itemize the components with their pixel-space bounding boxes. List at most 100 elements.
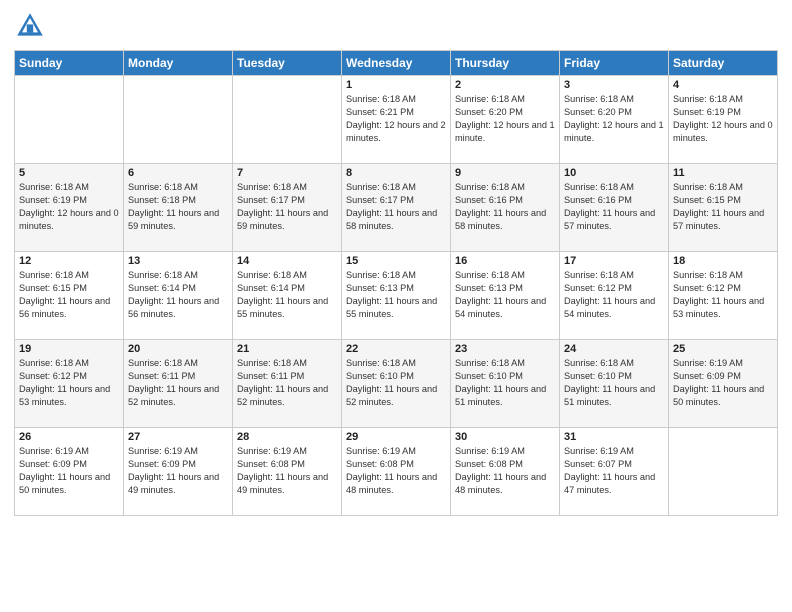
day-info: Sunrise: 6:18 AM Sunset: 6:12 PM Dayligh… bbox=[673, 269, 773, 321]
calendar-cell: 29 Sunrise: 6:19 AM Sunset: 6:08 PM Dayli… bbox=[342, 428, 451, 516]
calendar-cell bbox=[15, 76, 124, 164]
day-info: Sunrise: 6:18 AM Sunset: 6:10 PM Dayligh… bbox=[455, 357, 555, 409]
day-info: Sunrise: 6:19 AM Sunset: 6:08 PM Dayligh… bbox=[346, 445, 446, 497]
day-number: 14 bbox=[237, 255, 337, 267]
day-number: 9 bbox=[455, 167, 555, 179]
day-info: Sunrise: 6:18 AM Sunset: 6:11 PM Dayligh… bbox=[128, 357, 228, 409]
day-info: Sunrise: 6:19 AM Sunset: 6:09 PM Dayligh… bbox=[19, 445, 119, 497]
calendar-cell: 14 Sunrise: 6:18 AM Sunset: 6:14 PM Dayli… bbox=[233, 252, 342, 340]
day-number: 4 bbox=[673, 79, 773, 91]
day-number: 16 bbox=[455, 255, 555, 267]
day-number: 26 bbox=[19, 431, 119, 443]
calendar-cell: 13 Sunrise: 6:18 AM Sunset: 6:14 PM Dayli… bbox=[124, 252, 233, 340]
calendar-cell: 1 Sunrise: 6:18 AM Sunset: 6:21 PM Daylig… bbox=[342, 76, 451, 164]
day-info: Sunrise: 6:18 AM Sunset: 6:13 PM Dayligh… bbox=[346, 269, 446, 321]
day-info: Sunrise: 6:18 AM Sunset: 6:14 PM Dayligh… bbox=[237, 269, 337, 321]
day-info: Sunrise: 6:18 AM Sunset: 6:12 PM Dayligh… bbox=[19, 357, 119, 409]
day-number: 19 bbox=[19, 343, 119, 355]
day-number: 8 bbox=[346, 167, 446, 179]
calendar-header-row: SundayMondayTuesdayWednesdayThursdayFrid… bbox=[15, 51, 778, 76]
calendar-cell: 2 Sunrise: 6:18 AM Sunset: 6:20 PM Daylig… bbox=[451, 76, 560, 164]
calendar-cell: 8 Sunrise: 6:18 AM Sunset: 6:17 PM Daylig… bbox=[342, 164, 451, 252]
day-number: 1 bbox=[346, 79, 446, 91]
calendar-cell: 12Sunrise: 6:18 AM Sunset: 6:15 PM Dayli… bbox=[15, 252, 124, 340]
logo-icon bbox=[14, 10, 46, 42]
calendar-cell: 6 Sunrise: 6:18 AM Sunset: 6:18 PM Daylig… bbox=[124, 164, 233, 252]
calendar-cell: 27 Sunrise: 6:19 AM Sunset: 6:09 PM Dayli… bbox=[124, 428, 233, 516]
day-number: 6 bbox=[128, 167, 228, 179]
calendar-cell: 15 Sunrise: 6:18 AM Sunset: 6:13 PM Dayli… bbox=[342, 252, 451, 340]
calendar-cell: 24 Sunrise: 6:18 AM Sunset: 6:10 PM Dayli… bbox=[560, 340, 669, 428]
calendar-cell: 9 Sunrise: 6:18 AM Sunset: 6:16 PM Daylig… bbox=[451, 164, 560, 252]
day-number: 7 bbox=[237, 167, 337, 179]
weekday-header: Monday bbox=[124, 51, 233, 76]
day-number: 28 bbox=[237, 431, 337, 443]
day-info: Sunrise: 6:19 AM Sunset: 6:09 PM Dayligh… bbox=[673, 357, 773, 409]
day-info: Sunrise: 6:18 AM Sunset: 6:15 PM Dayligh… bbox=[673, 181, 773, 233]
calendar-cell: 21 Sunrise: 6:18 AM Sunset: 6:11 PM Dayli… bbox=[233, 340, 342, 428]
calendar-cell: 4 Sunrise: 6:18 AM Sunset: 6:19 PM Daylig… bbox=[669, 76, 778, 164]
calendar-week-row: 5 Sunrise: 6:18 AM Sunset: 6:19 PM Daylig… bbox=[15, 164, 778, 252]
day-info: Sunrise: 6:18 AM Sunset: 6:16 PM Dayligh… bbox=[455, 181, 555, 233]
weekday-header: Thursday bbox=[451, 51, 560, 76]
calendar-cell: 25 Sunrise: 6:19 AM Sunset: 6:09 PM Dayli… bbox=[669, 340, 778, 428]
calendar-cell bbox=[233, 76, 342, 164]
day-number: 31 bbox=[564, 431, 664, 443]
day-info: Sunrise: 6:18 AM Sunset: 6:21 PM Dayligh… bbox=[346, 93, 446, 145]
calendar-cell: 23Sunrise: 6:18 AM Sunset: 6:10 PM Dayli… bbox=[451, 340, 560, 428]
day-info: Sunrise: 6:18 AM Sunset: 6:19 PM Dayligh… bbox=[673, 93, 773, 145]
day-info: Sunrise: 6:18 AM Sunset: 6:17 PM Dayligh… bbox=[237, 181, 337, 233]
day-info: Sunrise: 6:19 AM Sunset: 6:09 PM Dayligh… bbox=[128, 445, 228, 497]
day-number: 18 bbox=[673, 255, 773, 267]
day-info: Sunrise: 6:19 AM Sunset: 6:08 PM Dayligh… bbox=[455, 445, 555, 497]
day-info: Sunrise: 6:18 AM Sunset: 6:15 PM Dayligh… bbox=[19, 269, 119, 321]
day-info: Sunrise: 6:18 AM Sunset: 6:20 PM Dayligh… bbox=[455, 93, 555, 145]
day-number: 22 bbox=[346, 343, 446, 355]
calendar-cell: 16 Sunrise: 6:18 AM Sunset: 6:13 PM Dayli… bbox=[451, 252, 560, 340]
day-info: Sunrise: 6:18 AM Sunset: 6:20 PM Dayligh… bbox=[564, 93, 664, 145]
calendar-cell: 22 Sunrise: 6:18 AM Sunset: 6:10 PM Dayli… bbox=[342, 340, 451, 428]
calendar-week-row: 19 Sunrise: 6:18 AM Sunset: 6:12 PM Dayli… bbox=[15, 340, 778, 428]
day-info: Sunrise: 6:18 AM Sunset: 6:17 PM Dayligh… bbox=[346, 181, 446, 233]
calendar-week-row: 12Sunrise: 6:18 AM Sunset: 6:15 PM Dayli… bbox=[15, 252, 778, 340]
calendar-cell: 26 Sunrise: 6:19 AM Sunset: 6:09 PM Dayli… bbox=[15, 428, 124, 516]
day-number: 24 bbox=[564, 343, 664, 355]
day-info: Sunrise: 6:18 AM Sunset: 6:19 PM Dayligh… bbox=[19, 181, 119, 233]
day-info: Sunrise: 6:18 AM Sunset: 6:18 PM Dayligh… bbox=[128, 181, 228, 233]
day-number: 25 bbox=[673, 343, 773, 355]
day-number: 21 bbox=[237, 343, 337, 355]
calendar-cell: 10Sunrise: 6:18 AM Sunset: 6:16 PM Dayli… bbox=[560, 164, 669, 252]
day-info: Sunrise: 6:18 AM Sunset: 6:12 PM Dayligh… bbox=[564, 269, 664, 321]
day-number: 2 bbox=[455, 79, 555, 91]
day-number: 5 bbox=[19, 167, 119, 179]
logo bbox=[14, 10, 50, 42]
day-number: 30 bbox=[455, 431, 555, 443]
calendar-cell: 5 Sunrise: 6:18 AM Sunset: 6:19 PM Daylig… bbox=[15, 164, 124, 252]
day-number: 10 bbox=[564, 167, 664, 179]
calendar-cell bbox=[124, 76, 233, 164]
calendar: SundayMondayTuesdayWednesdayThursdayFrid… bbox=[14, 50, 778, 516]
calendar-cell: 28 Sunrise: 6:19 AM Sunset: 6:08 PM Dayli… bbox=[233, 428, 342, 516]
day-info: Sunrise: 6:19 AM Sunset: 6:08 PM Dayligh… bbox=[237, 445, 337, 497]
calendar-cell: 31 Sunrise: 6:19 AM Sunset: 6:07 PM Dayli… bbox=[560, 428, 669, 516]
day-info: Sunrise: 6:19 AM Sunset: 6:07 PM Dayligh… bbox=[564, 445, 664, 497]
day-info: Sunrise: 6:18 AM Sunset: 6:14 PM Dayligh… bbox=[128, 269, 228, 321]
calendar-cell: 19 Sunrise: 6:18 AM Sunset: 6:12 PM Dayli… bbox=[15, 340, 124, 428]
weekday-header: Wednesday bbox=[342, 51, 451, 76]
day-info: Sunrise: 6:18 AM Sunset: 6:13 PM Dayligh… bbox=[455, 269, 555, 321]
day-number: 11 bbox=[673, 167, 773, 179]
weekday-header: Tuesday bbox=[233, 51, 342, 76]
calendar-cell: 30 Sunrise: 6:19 AM Sunset: 6:08 PM Dayli… bbox=[451, 428, 560, 516]
header bbox=[14, 10, 778, 42]
day-number: 13 bbox=[128, 255, 228, 267]
calendar-cell: 3Sunrise: 6:18 AM Sunset: 6:20 PM Daylig… bbox=[560, 76, 669, 164]
day-number: 29 bbox=[346, 431, 446, 443]
day-number: 27 bbox=[128, 431, 228, 443]
day-info: Sunrise: 6:18 AM Sunset: 6:10 PM Dayligh… bbox=[346, 357, 446, 409]
day-number: 15 bbox=[346, 255, 446, 267]
day-info: Sunrise: 6:18 AM Sunset: 6:10 PM Dayligh… bbox=[564, 357, 664, 409]
day-number: 17 bbox=[564, 255, 664, 267]
calendar-cell: 7 Sunrise: 6:18 AM Sunset: 6:17 PM Daylig… bbox=[233, 164, 342, 252]
calendar-week-row: 26 Sunrise: 6:19 AM Sunset: 6:09 PM Dayli… bbox=[15, 428, 778, 516]
day-info: Sunrise: 6:18 AM Sunset: 6:11 PM Dayligh… bbox=[237, 357, 337, 409]
